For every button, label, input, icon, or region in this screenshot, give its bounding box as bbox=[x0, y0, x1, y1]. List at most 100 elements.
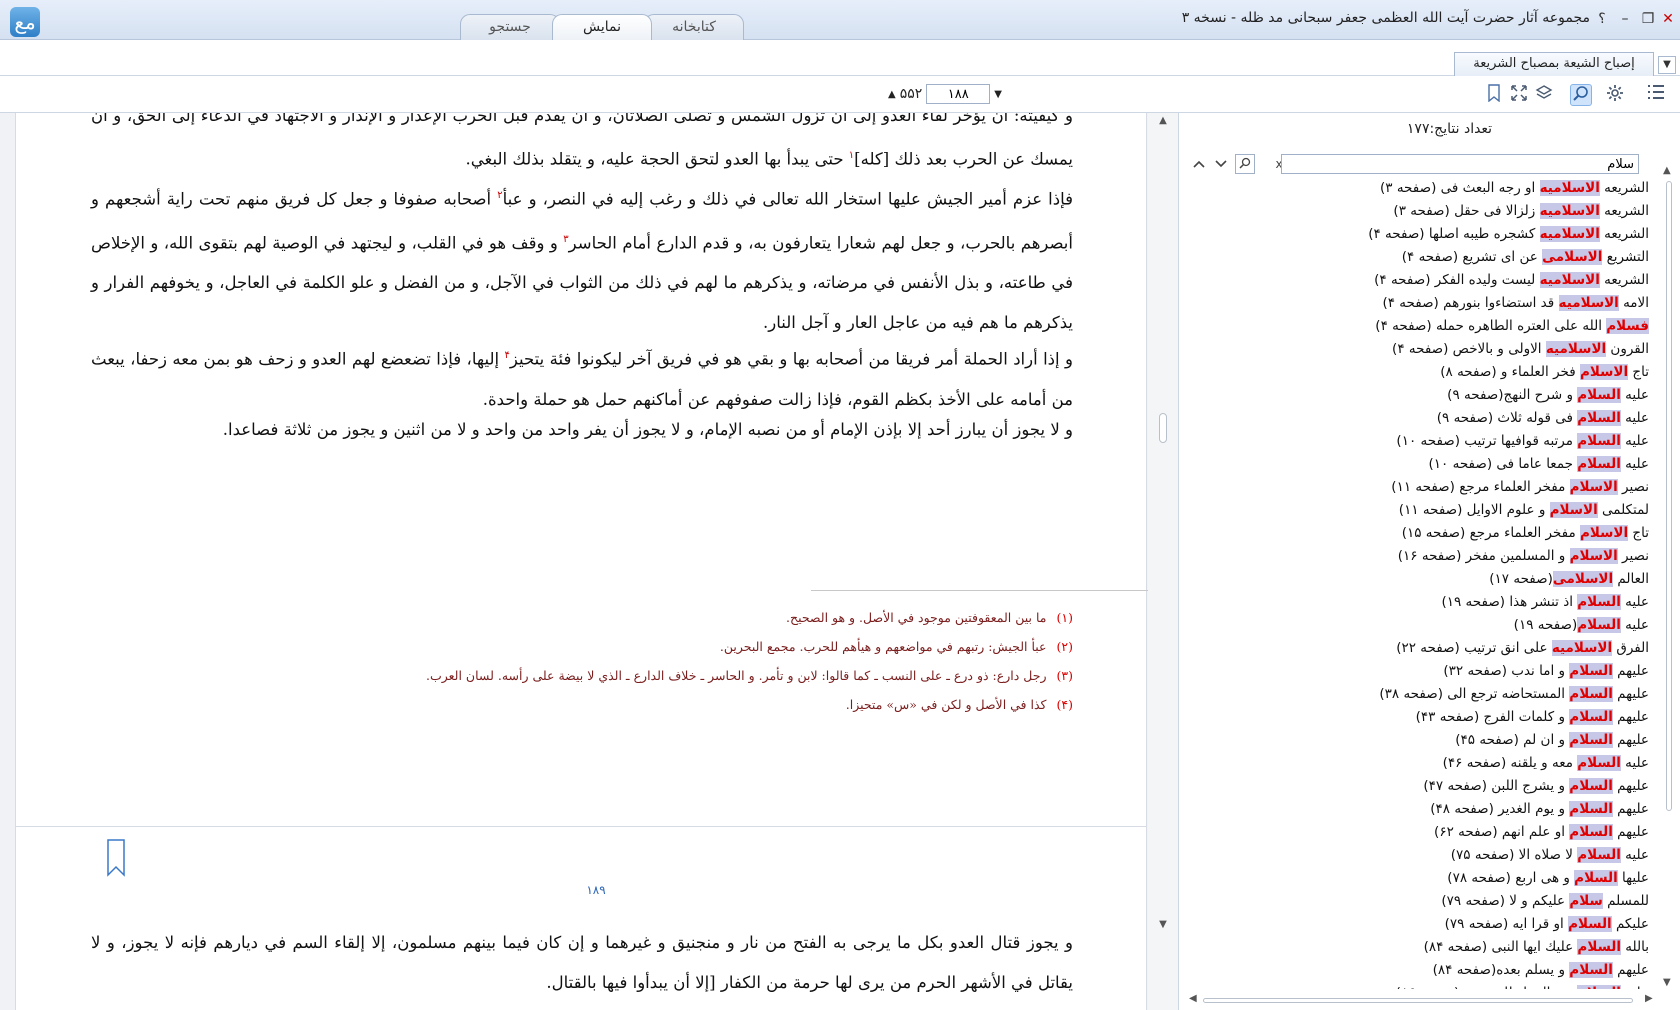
scroll-down-icon[interactable]: ▼ bbox=[1156, 919, 1170, 933]
result-highlight: السلام bbox=[1569, 709, 1613, 725]
page-number-input[interactable] bbox=[926, 84, 991, 104]
search-result-item[interactable]: الشريعه الاسلاميه او رجه البعث فی (صفحه … bbox=[1179, 177, 1659, 200]
restore-button[interactable]: ❐ bbox=[1637, 8, 1659, 30]
result-suffix: عليك ايها النبی (صفحه ۸۴) bbox=[1423, 939, 1578, 955]
scroll-up-icon[interactable]: ▲ bbox=[1156, 115, 1170, 129]
search-result-item[interactable]: الفرق الاسلاميه علی انق ترتيب (صفحه ۲۲) bbox=[1179, 637, 1659, 660]
result-suffix: ليست وليده الفكر (صفحه ۴) bbox=[1374, 272, 1540, 288]
search-result-item[interactable]: عليه السلام فی قوله ثلاث (صفحه ۹) bbox=[1179, 407, 1659, 430]
search-result-item[interactable]: عليهم السلام و يسلم بعده(صفحه ۸۴) bbox=[1179, 959, 1659, 982]
search-result-item[interactable]: عليه السلام مرتبه قوافيها ترتيب (صفحه ۱۰… bbox=[1179, 430, 1659, 453]
result-highlight: السلام bbox=[1577, 847, 1621, 863]
search-result-item[interactable]: الشريعه الاسلاميه ليست وليده الفكر (صفحه… bbox=[1179, 269, 1659, 292]
result-prefix: الشريعه bbox=[1599, 180, 1649, 196]
search-results-list: الشريعه الاسلاميه او رجه البعث فی (صفحه … bbox=[1179, 177, 1659, 989]
results-hscrollbar[interactable]: ◀ ▶ bbox=[1189, 993, 1659, 1007]
scroll-up-icon[interactable]: ▲ bbox=[1663, 165, 1671, 176]
search-go-icon[interactable] bbox=[1235, 154, 1255, 174]
scroll-thumb[interactable] bbox=[1666, 181, 1672, 811]
result-prefix: عليه bbox=[1620, 847, 1649, 863]
search-result-item[interactable]: نصير الاسلام و المسلمين مفخر (صفحه ۱۶) bbox=[1179, 545, 1659, 568]
search-result-item[interactable]: عليهم السلام و اما ندب (صفحه ۳۲) bbox=[1179, 660, 1659, 683]
gear-icon[interactable] bbox=[1604, 84, 1626, 106]
search-result-item[interactable]: عليه السلام و شرح النهج(صفحه ۹) bbox=[1179, 384, 1659, 407]
search-result-item[interactable]: القرون الاسلاميه الاولی و بالاخص (صفحه ۴… bbox=[1179, 338, 1659, 361]
app-logo-icon: مع bbox=[10, 7, 40, 37]
page-next-button[interactable]: ▼ bbox=[994, 89, 1002, 100]
footnote: (٢)عبأ الجيش: رتبهم في مواضعهم و هيأهم ل… bbox=[719, 639, 1073, 654]
scroll-thumb[interactable] bbox=[1203, 998, 1633, 1003]
search-result-item[interactable]: عليكم السلام او قرا ايه (صفحه ۷۹) bbox=[1179, 913, 1659, 936]
result-highlight: الاسلام bbox=[1569, 548, 1618, 564]
scroll-left-icon[interactable]: ◀ bbox=[1189, 993, 1197, 1004]
fullscreen-icon[interactable] bbox=[1508, 84, 1530, 106]
book-page: ۱۸۹ و يجوز قتال العدو بكل ما يرجى به الف… bbox=[15, 826, 1147, 1010]
next-result-button[interactable] bbox=[1211, 154, 1231, 174]
search-result-item[interactable]: تاج الاسلام فخر العلماء و (صفحه ۸) bbox=[1179, 361, 1659, 384]
prev-result-button[interactable] bbox=[1189, 154, 1209, 174]
result-highlight: السلام bbox=[1577, 985, 1621, 989]
search-result-item[interactable]: العالم الاسلامی(صفحه ۱۷) bbox=[1179, 568, 1659, 591]
footnote: (٣)رجل دارع: ذو درع ـ على النسب ـ كما قا… bbox=[426, 668, 1073, 683]
document-tab[interactable]: إصباح الشيعة بمصباح الشريعة bbox=[1454, 52, 1654, 76]
reader-scrollbar[interactable]: ▲ ▼ bbox=[1148, 113, 1178, 1010]
minimize-button[interactable]: – bbox=[1614, 8, 1636, 30]
search-result-item[interactable]: الشريعه الاسلاميه زلزالا فی حقل (صفحه ۳) bbox=[1179, 200, 1659, 223]
result-suffix: الاولی و بالاخص (صفحه ۴) bbox=[1392, 341, 1546, 357]
book-page: و كيفيته: أن يؤخر لقاء العدو إلى أن تزول… bbox=[15, 113, 1148, 926]
result-prefix: عليه bbox=[1620, 410, 1649, 426]
result-highlight: الاسلاميه bbox=[1539, 203, 1600, 219]
close-button[interactable]: ✕ bbox=[1657, 8, 1679, 30]
search-result-item[interactable]: عليه السلام(صفحه ۱۹) bbox=[1179, 614, 1659, 637]
search-result-item[interactable]: الامه الاسلاميه قد استضاءوا بنورهم (صفحه… bbox=[1179, 292, 1659, 315]
result-prefix: الشريعه bbox=[1599, 226, 1649, 242]
scroll-down-icon[interactable]: ▼ bbox=[1663, 977, 1671, 988]
search-result-item[interactable]: عليهم السلام و يوم الغدير (صفحه ۴۸) bbox=[1179, 798, 1659, 821]
search-result-item[interactable]: عليهم السلام و ان لم (صفحه ۴۵) bbox=[1179, 729, 1659, 752]
search-result-item[interactable]: نصير الاسلام مفخر العلماء مرجع (صفحه ۱۱) bbox=[1179, 476, 1659, 499]
result-highlight: السلام bbox=[1577, 410, 1621, 426]
result-suffix: او قرا ايه (صفحه ۷۹) bbox=[1444, 916, 1569, 932]
search-result-item[interactable]: عليه السلام عن الدعاء للمؤمنين (صفحه ۸۶) bbox=[1179, 982, 1659, 989]
tab-library[interactable]: کتابخانه bbox=[644, 14, 744, 40]
result-suffix: كشجره طيبه اصلها (صفحه ۴) bbox=[1368, 226, 1540, 242]
search-result-item[interactable]: عليه السلام اذ تنشر هذا (صفحه ۱۹) bbox=[1179, 591, 1659, 614]
search-result-item[interactable]: بالله السلام عليك ايها النبی (صفحه ۸۴) bbox=[1179, 936, 1659, 959]
help-button[interactable]: ؟ bbox=[1591, 8, 1613, 30]
search-result-item[interactable]: عليهم السلام و يشرج اللبن (صفحه ۴۷) bbox=[1179, 775, 1659, 798]
scroll-thumb[interactable] bbox=[1159, 413, 1167, 443]
list-icon[interactable] bbox=[1645, 84, 1667, 106]
document-tab-menu-button[interactable]: ▼ bbox=[1658, 56, 1676, 74]
search-result-item[interactable]: عليه السلام جمعا عاما فی (صفحه ۱۰) bbox=[1179, 453, 1659, 476]
search-icon[interactable] bbox=[1570, 84, 1592, 106]
search-result-item[interactable]: فسلام الله علی العتره الطاهره حمله (صفحه… bbox=[1179, 315, 1659, 338]
result-highlight: السلام bbox=[1569, 801, 1613, 817]
search-result-item[interactable]: للمسلم سلام عليكم و لا (صفحه ۷۹) bbox=[1179, 890, 1659, 913]
result-suffix: و المسلمين مفخر (صفحه ۱۶) bbox=[1397, 548, 1570, 564]
search-result-item[interactable]: عليهم السلام و كلمات الفرج (صفحه ۴۳) bbox=[1179, 706, 1659, 729]
search-result-item[interactable]: لمتكلمی الاسلام و علوم الاوايل (صفحه ۱۱) bbox=[1179, 499, 1659, 522]
search-result-item[interactable]: عليه السلام معه و يلقنه (صفحه ۴۶) bbox=[1179, 752, 1659, 775]
result-prefix: عليه bbox=[1620, 433, 1649, 449]
search-result-item[interactable]: تاج الاسلام مفخر العلماء مرجع (صفحه ۱۵) bbox=[1179, 522, 1659, 545]
tab-search[interactable]: جستجو bbox=[460, 14, 560, 40]
result-highlight: الاسلاميه bbox=[1551, 640, 1613, 656]
result-highlight: السلام bbox=[1577, 433, 1621, 449]
tab-display[interactable]: نمایش bbox=[552, 14, 652, 40]
search-result-item[interactable]: عليه السلام لا صلاه الا (صفحه ۷۵) bbox=[1179, 844, 1659, 867]
search-row: x bbox=[1189, 154, 1669, 174]
page-prev-button[interactable]: ▲ bbox=[888, 89, 896, 100]
search-result-item[interactable]: عليها السلام و هی اربع (صفحه ۷۸) bbox=[1179, 867, 1659, 890]
search-result-item[interactable]: الشريعه الاسلاميه كشجره طيبه اصلها (صفحه… bbox=[1179, 223, 1659, 246]
scroll-right-icon[interactable]: ▶ bbox=[1645, 993, 1653, 1004]
search-result-item[interactable]: عليهم السلام المستحاضه ترجع الی (صفحه ۳۸… bbox=[1179, 683, 1659, 706]
result-highlight: الاسلاميه bbox=[1545, 341, 1607, 357]
bookmark-icon[interactable] bbox=[1483, 84, 1505, 106]
bookmark-icon[interactable] bbox=[106, 839, 126, 877]
results-scrollbar[interactable]: ▲ ▼ bbox=[1659, 165, 1680, 995]
layers-icon[interactable] bbox=[1533, 84, 1555, 106]
search-input[interactable] bbox=[1281, 154, 1639, 174]
search-result-item[interactable]: عليهم السلام او علم انهم (صفحه ۶۲) bbox=[1179, 821, 1659, 844]
search-result-item[interactable]: التشريع الاسلامی عن ای تشريع (صفحه ۴) bbox=[1179, 246, 1659, 269]
footnote: (۴)كذا في الأصل و لكن في «س» متحيزا. bbox=[845, 697, 1073, 712]
